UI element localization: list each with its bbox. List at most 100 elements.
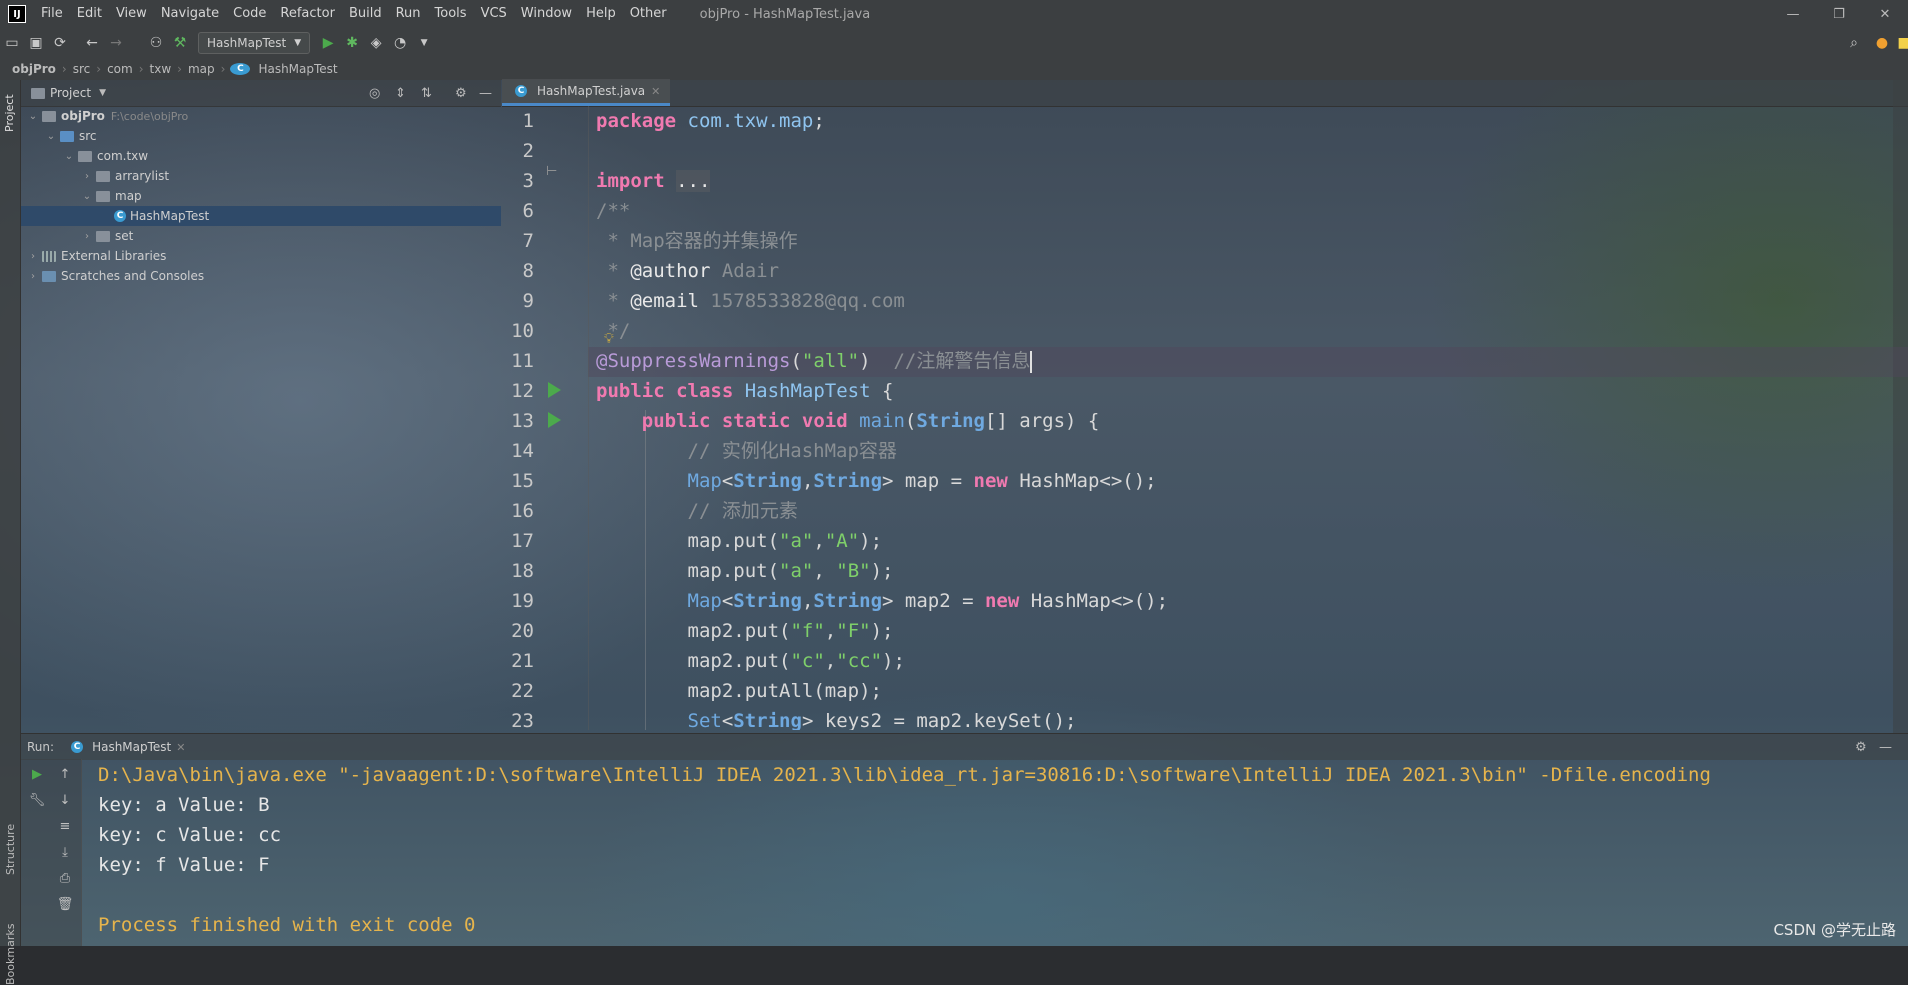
minimize-icon[interactable]: — — [1770, 0, 1816, 28]
forward-icon[interactable]: → — [104, 31, 128, 55]
tree-item[interactable]: ⌄ com.txw — [21, 146, 501, 166]
user-icon[interactable]: ⚇ — [144, 31, 168, 55]
run-icon[interactable]: ▶ — [316, 31, 340, 55]
breadcrumb-item[interactable]: txw — [146, 62, 176, 76]
menu-item-vcs[interactable]: VCS — [474, 0, 514, 28]
run-panel-header: Run: C HashMapTest ✕ ⚙ — — [21, 733, 1908, 760]
close-icon[interactable]: ✕ — [1862, 0, 1908, 28]
tree-item-label: set — [115, 229, 134, 243]
menu-item-navigate[interactable]: Navigate — [154, 0, 226, 28]
locate-icon[interactable]: ◎ — [369, 86, 380, 101]
scratches-icon — [42, 270, 56, 282]
breadcrumb-item[interactable]: HashMapTest — [254, 62, 341, 76]
package-icon — [96, 170, 110, 182]
tree-item[interactable]: ⌄ map — [21, 186, 501, 206]
ide-features-icon[interactable]: ■ — [1892, 31, 1908, 55]
coverage-icon[interactable]: ◈ — [364, 31, 388, 55]
scroll-up-icon[interactable]: ↑ — [53, 763, 77, 785]
tree-item[interactable]: › External Libraries — [21, 246, 501, 266]
tree-item[interactable]: C HashMapTest — [21, 206, 501, 226]
chevron-right-icon[interactable]: › — [27, 271, 39, 282]
line-number: 17 — [511, 530, 534, 552]
chevron-right-icon[interactable]: › — [27, 251, 39, 262]
chevron-down-icon[interactable]: ⌄ — [63, 151, 75, 162]
close-tab-icon[interactable]: ✕ — [651, 85, 660, 98]
print-icon[interactable]: ⎙ — [53, 867, 77, 889]
tree-item[interactable]: › set — [21, 226, 501, 246]
search-icon[interactable]: ⌕ — [1842, 31, 1866, 55]
tree-item[interactable]: ⌄ objPro F:\code\objPro — [21, 106, 501, 126]
chevron-down-icon[interactable]: ⌄ — [27, 111, 39, 122]
tree-item-label: objPro — [61, 109, 105, 123]
more-run-icon[interactable]: ▼ — [412, 31, 436, 55]
scroll-down-icon[interactable]: ↓ — [53, 789, 77, 811]
hide-panel-icon[interactable]: — — [479, 86, 492, 101]
code-editor[interactable]: package com.txw.map; import ... /** * Ma… — [596, 106, 1896, 730]
tree-item-label: com.txw — [97, 149, 149, 163]
chevron-right-icon[interactable]: › — [81, 171, 93, 182]
title-bar: IJ File Edit View Navigate Code Refactor Build… — [0, 0, 1908, 28]
tree-item[interactable]: › arrarylist — [21, 166, 501, 186]
line-number: 7 — [522, 230, 534, 252]
restore-icon[interactable]: ❐ — [1816, 0, 1862, 28]
profile-icon[interactable]: ◔ — [388, 31, 412, 55]
project-tool-tab[interactable]: Project — [3, 94, 16, 132]
watermark-text: CSDN @学无止路 — [1773, 921, 1896, 939]
chevron-down-icon[interactable]: ⌄ — [81, 191, 93, 202]
line-number: 8 — [522, 260, 534, 282]
sync-icon[interactable]: ⟳ — [48, 31, 72, 55]
run-class-icon[interactable] — [548, 382, 561, 398]
run-config-select[interactable]: HashMapTest ▼ — [198, 32, 311, 54]
run-console-output[interactable]: D:\Java\bin\java.exe "-javaagent:D:\soft… — [98, 760, 1908, 946]
menu-item-code[interactable]: Code — [226, 0, 273, 28]
breadcrumb-item[interactable]: objPro — [8, 62, 60, 76]
menu-item-build[interactable]: Build — [342, 0, 389, 28]
menu-item-edit[interactable]: Edit — [70, 0, 109, 28]
save-icon[interactable]: ▣ — [24, 31, 48, 55]
rerun-icon[interactable]: ▶ — [25, 763, 49, 785]
fold-icon[interactable]: ⊢ — [546, 164, 557, 179]
menu-item-other[interactable]: Other — [623, 0, 674, 28]
scroll-to-end-icon[interactable]: ⤓ — [53, 841, 77, 863]
hide-panel-icon[interactable]: — — [1879, 740, 1892, 755]
project-panel-title[interactable]: Project — [50, 86, 91, 100]
build-hammer-icon[interactable]: ⚒ — [168, 31, 192, 55]
back-icon[interactable]: ← — [80, 31, 104, 55]
project-panel-header: Project ▼ ◎ ⇕ ⇅ ⚙ — — [21, 80, 501, 107]
menu-item-refactor[interactable]: Refactor — [273, 0, 342, 28]
menu-item-tools[interactable]: Tools — [428, 0, 474, 28]
editor-tab-hashmaptest[interactable]: C HashMapTest.java ✕ — [502, 79, 671, 106]
wrench-icon[interactable]: 🔧︎ — [25, 789, 49, 811]
main-toolbar: ▭ ▣ ⟳ ← → ⚇ ⚒ HashMapTest ▼ ▶ ✱ ◈ ◔ ▼ ⌕ … — [0, 28, 1908, 59]
line-number: 9 — [522, 290, 534, 312]
expand-all-icon[interactable]: ⇕ — [395, 86, 406, 101]
menu-item-view[interactable]: View — [109, 0, 154, 28]
gear-icon[interactable]: ⚙ — [1855, 740, 1867, 755]
chevron-down-icon[interactable]: ⌄ — [45, 131, 57, 142]
menu-item-run[interactable]: Run — [389, 0, 428, 28]
chevron-right-icon[interactable]: › — [81, 231, 93, 242]
menu-item-window[interactable]: Window — [514, 0, 579, 28]
line-number: 21 — [511, 650, 534, 672]
menu-item-file[interactable]: File — [34, 0, 70, 28]
open-folder-icon[interactable]: ▭ — [0, 31, 24, 55]
tree-item[interactable]: › Scratches and Consoles — [21, 266, 501, 286]
gear-icon[interactable]: ⚙ — [455, 86, 467, 101]
update-icon[interactable]: ● — [1870, 31, 1894, 55]
soft-wrap-icon[interactable]: ≡ — [53, 815, 77, 837]
run-tab-hashmaptest[interactable]: C HashMapTest ✕ — [68, 740, 185, 754]
debug-icon[interactable]: ✱ — [340, 31, 364, 55]
chevron-down-icon[interactable]: ▼ — [99, 88, 106, 98]
line-number: 3 — [522, 170, 534, 192]
menu-item-help[interactable]: Help — [579, 0, 623, 28]
tree-item[interactable]: ⌄ src — [21, 126, 501, 146]
close-tab-icon[interactable]: ✕ — [176, 741, 185, 754]
breadcrumb-item[interactable]: src — [69, 62, 95, 76]
breadcrumb-item[interactable]: map — [184, 62, 219, 76]
bookmarks-tool-tab[interactable]: Bookmarks — [4, 924, 17, 985]
collapse-all-icon[interactable]: ⇅ — [421, 86, 432, 101]
breadcrumb-item[interactable]: com — [103, 62, 137, 76]
trash-icon[interactable]: 🗑︎ — [53, 893, 77, 915]
structure-tool-tab[interactable]: Structure — [4, 824, 17, 875]
run-main-icon[interactable] — [548, 412, 561, 428]
